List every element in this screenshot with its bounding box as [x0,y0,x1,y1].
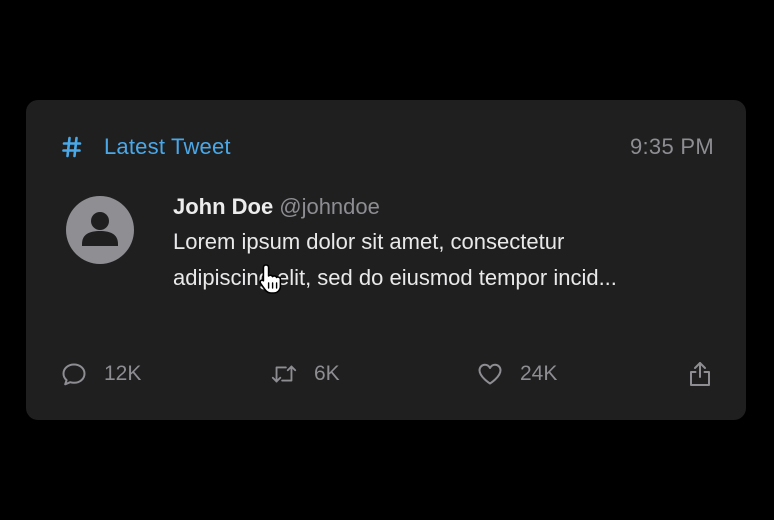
reply-icon [60,360,88,388]
reply-count: 12K [104,362,142,385]
retweet-icon [270,360,298,388]
share-button[interactable] [686,358,730,390]
author-name[interactable]: John Doe [173,194,273,219]
tweet-text-line: adipiscing elit, sed do eiusmod tempor i… [173,265,617,290]
card-header: Latest Tweet 9:35 PM [62,130,714,164]
tweet-time: 9:35 PM [629,134,714,159]
like-button[interactable]: 24K [476,358,557,390]
share-icon [686,360,714,388]
hash-icon [62,136,82,158]
tweet-text: Lorem ipsum dolor sit amet, consectetur … [173,224,718,296]
heart-icon [476,360,504,388]
user-avatar-icon [82,212,118,246]
card-title: Latest Tweet [104,134,231,159]
tweet-body: John Doe @johndoe Lorem ipsum dolor sit a… [173,192,733,296]
avatar[interactable] [66,196,134,264]
retweet-button[interactable]: 6K [270,358,340,390]
tweet-card[interactable]: Latest Tweet 9:35 PM John Doe @johndoe Lo… [26,100,746,420]
author-line: John Doe @johndoe [173,192,733,222]
tweet-text-line: Lorem ipsum dolor sit amet, consectetur [173,229,565,254]
like-count: 24K [520,362,558,385]
screen: Latest Tweet 9:35 PM John Doe @johndoe Lo… [0,0,774,520]
tweet-actions: 12K 6K 24K [60,358,716,390]
author-handle[interactable]: @johndoe [279,194,380,219]
retweet-count: 6K [314,362,340,385]
reply-button[interactable]: 12K [60,358,141,390]
